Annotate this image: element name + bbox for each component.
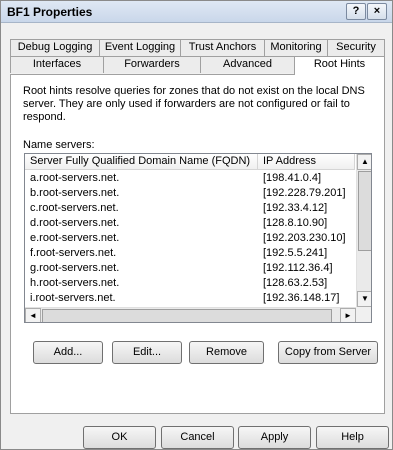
properties-dialog: BF1 Properties ? × Debug Logging Event L…: [0, 0, 393, 450]
ip-cell: [192.36.148.17]: [263, 292, 340, 304]
table-row[interactable]: e.root-servers.net. [192.203.230.10]: [25, 231, 355, 246]
tab-interfaces[interactable]: Interfaces: [10, 56, 104, 73]
fqdn-cell: a.root-servers.net.: [30, 172, 120, 184]
cancel-button[interactable]: Cancel: [161, 426, 234, 449]
scroll-up-icon[interactable]: ▲: [357, 154, 371, 170]
copy-from-server-button[interactable]: Copy from Server: [278, 341, 378, 364]
vertical-scrollbar[interactable]: ▲ ▼: [356, 154, 371, 307]
title-bar: BF1 Properties ? ×: [1, 1, 392, 23]
list-header: Server Fully Qualified Domain Name (FQDN…: [25, 154, 355, 170]
tab-row-2: Interfaces Forwarders Advanced Root Hint…: [10, 56, 385, 75]
tab-advanced[interactable]: Advanced: [200, 56, 295, 73]
tab-forwarders[interactable]: Forwarders: [103, 56, 201, 73]
column-header-ip[interactable]: IP Address: [258, 154, 355, 170]
fqdn-cell: e.root-servers.net.: [30, 232, 120, 244]
tab-event-logging[interactable]: Event Logging: [99, 39, 181, 56]
remove-button[interactable]: Remove: [189, 341, 264, 364]
table-row[interactable]: d.root-servers.net. [128.8.10.90]: [25, 216, 355, 231]
table-row[interactable]: h.root-servers.net. [128.63.2.53]: [25, 276, 355, 291]
tab-trust-anchors[interactable]: Trust Anchors: [180, 39, 265, 56]
close-icon[interactable]: ×: [367, 3, 387, 20]
fqdn-cell: c.root-servers.net.: [30, 202, 119, 214]
scroll-left-icon[interactable]: ◄: [25, 308, 41, 322]
apply-button[interactable]: Apply: [238, 426, 311, 449]
name-servers-label: Name servers:: [23, 139, 95, 151]
ip-cell: [192.203.230.10]: [263, 232, 346, 244]
table-row[interactable]: g.root-servers.net. [192.112.36.4]: [25, 261, 355, 276]
fqdn-cell: i.root-servers.net.: [30, 292, 116, 304]
ip-cell: [128.63.2.53]: [263, 277, 328, 289]
table-row[interactable]: f.root-servers.net. [192.5.5.241]: [25, 246, 355, 261]
ip-cell: [128.8.10.90]: [263, 217, 328, 229]
table-row[interactable]: i.root-servers.net. [192.36.148.17]: [25, 291, 355, 306]
ip-cell: [198.41.0.4]: [263, 172, 322, 184]
vertical-scroll-thumb[interactable]: [358, 171, 371, 251]
scroll-right-icon[interactable]: ►: [340, 308, 356, 322]
help-button[interactable]: Help: [316, 426, 389, 449]
ok-button[interactable]: OK: [83, 426, 156, 449]
table-row[interactable]: a.root-servers.net. [198.41.0.4]: [25, 171, 355, 186]
add-button[interactable]: Add...: [33, 341, 103, 364]
table-row[interactable]: b.root-servers.net. [192.228.79.201]: [25, 186, 355, 201]
edit-button[interactable]: Edit...: [112, 341, 182, 364]
fqdn-cell: d.root-servers.net.: [30, 217, 120, 229]
table-row[interactable]: c.root-servers.net. [192.33.4.12]: [25, 201, 355, 216]
name-servers-list[interactable]: Server Fully Qualified Domain Name (FQDN…: [24, 153, 372, 323]
horizontal-scroll-thumb[interactable]: [42, 309, 332, 322]
tab-debug-logging[interactable]: Debug Logging: [10, 39, 100, 56]
ip-cell: [192.112.36.4]: [263, 262, 333, 274]
tab-root-hints[interactable]: Root Hints: [294, 56, 385, 75]
help-icon[interactable]: ?: [346, 3, 366, 20]
tab-security[interactable]: Security: [327, 39, 385, 56]
fqdn-cell: g.root-servers.net.: [30, 262, 120, 274]
tab-monitoring[interactable]: Monitoring: [264, 39, 328, 56]
ip-cell: [192.5.5.241]: [263, 247, 328, 259]
fqdn-cell: b.root-servers.net.: [30, 187, 120, 199]
root-hints-description: Root hints resolve queries for zones tha…: [23, 85, 365, 123]
ip-cell: [192.228.79.201]: [263, 187, 346, 199]
list-body: a.root-servers.net. [198.41.0.4] b.root-…: [25, 171, 355, 307]
ip-cell: [192.33.4.12]: [263, 202, 328, 214]
horizontal-scrollbar[interactable]: ◄ ►: [25, 307, 356, 322]
column-header-fqdn[interactable]: Server Fully Qualified Domain Name (FQDN…: [25, 154, 258, 170]
tab-row-1: Debug Logging Event Logging Trust Anchor…: [10, 39, 385, 56]
fqdn-cell: f.root-servers.net.: [30, 247, 117, 259]
scroll-down-icon[interactable]: ▼: [357, 291, 371, 307]
scrollbar-corner: [356, 307, 371, 322]
window-title: BF1 Properties: [7, 5, 93, 19]
fqdn-cell: h.root-servers.net.: [30, 277, 120, 289]
